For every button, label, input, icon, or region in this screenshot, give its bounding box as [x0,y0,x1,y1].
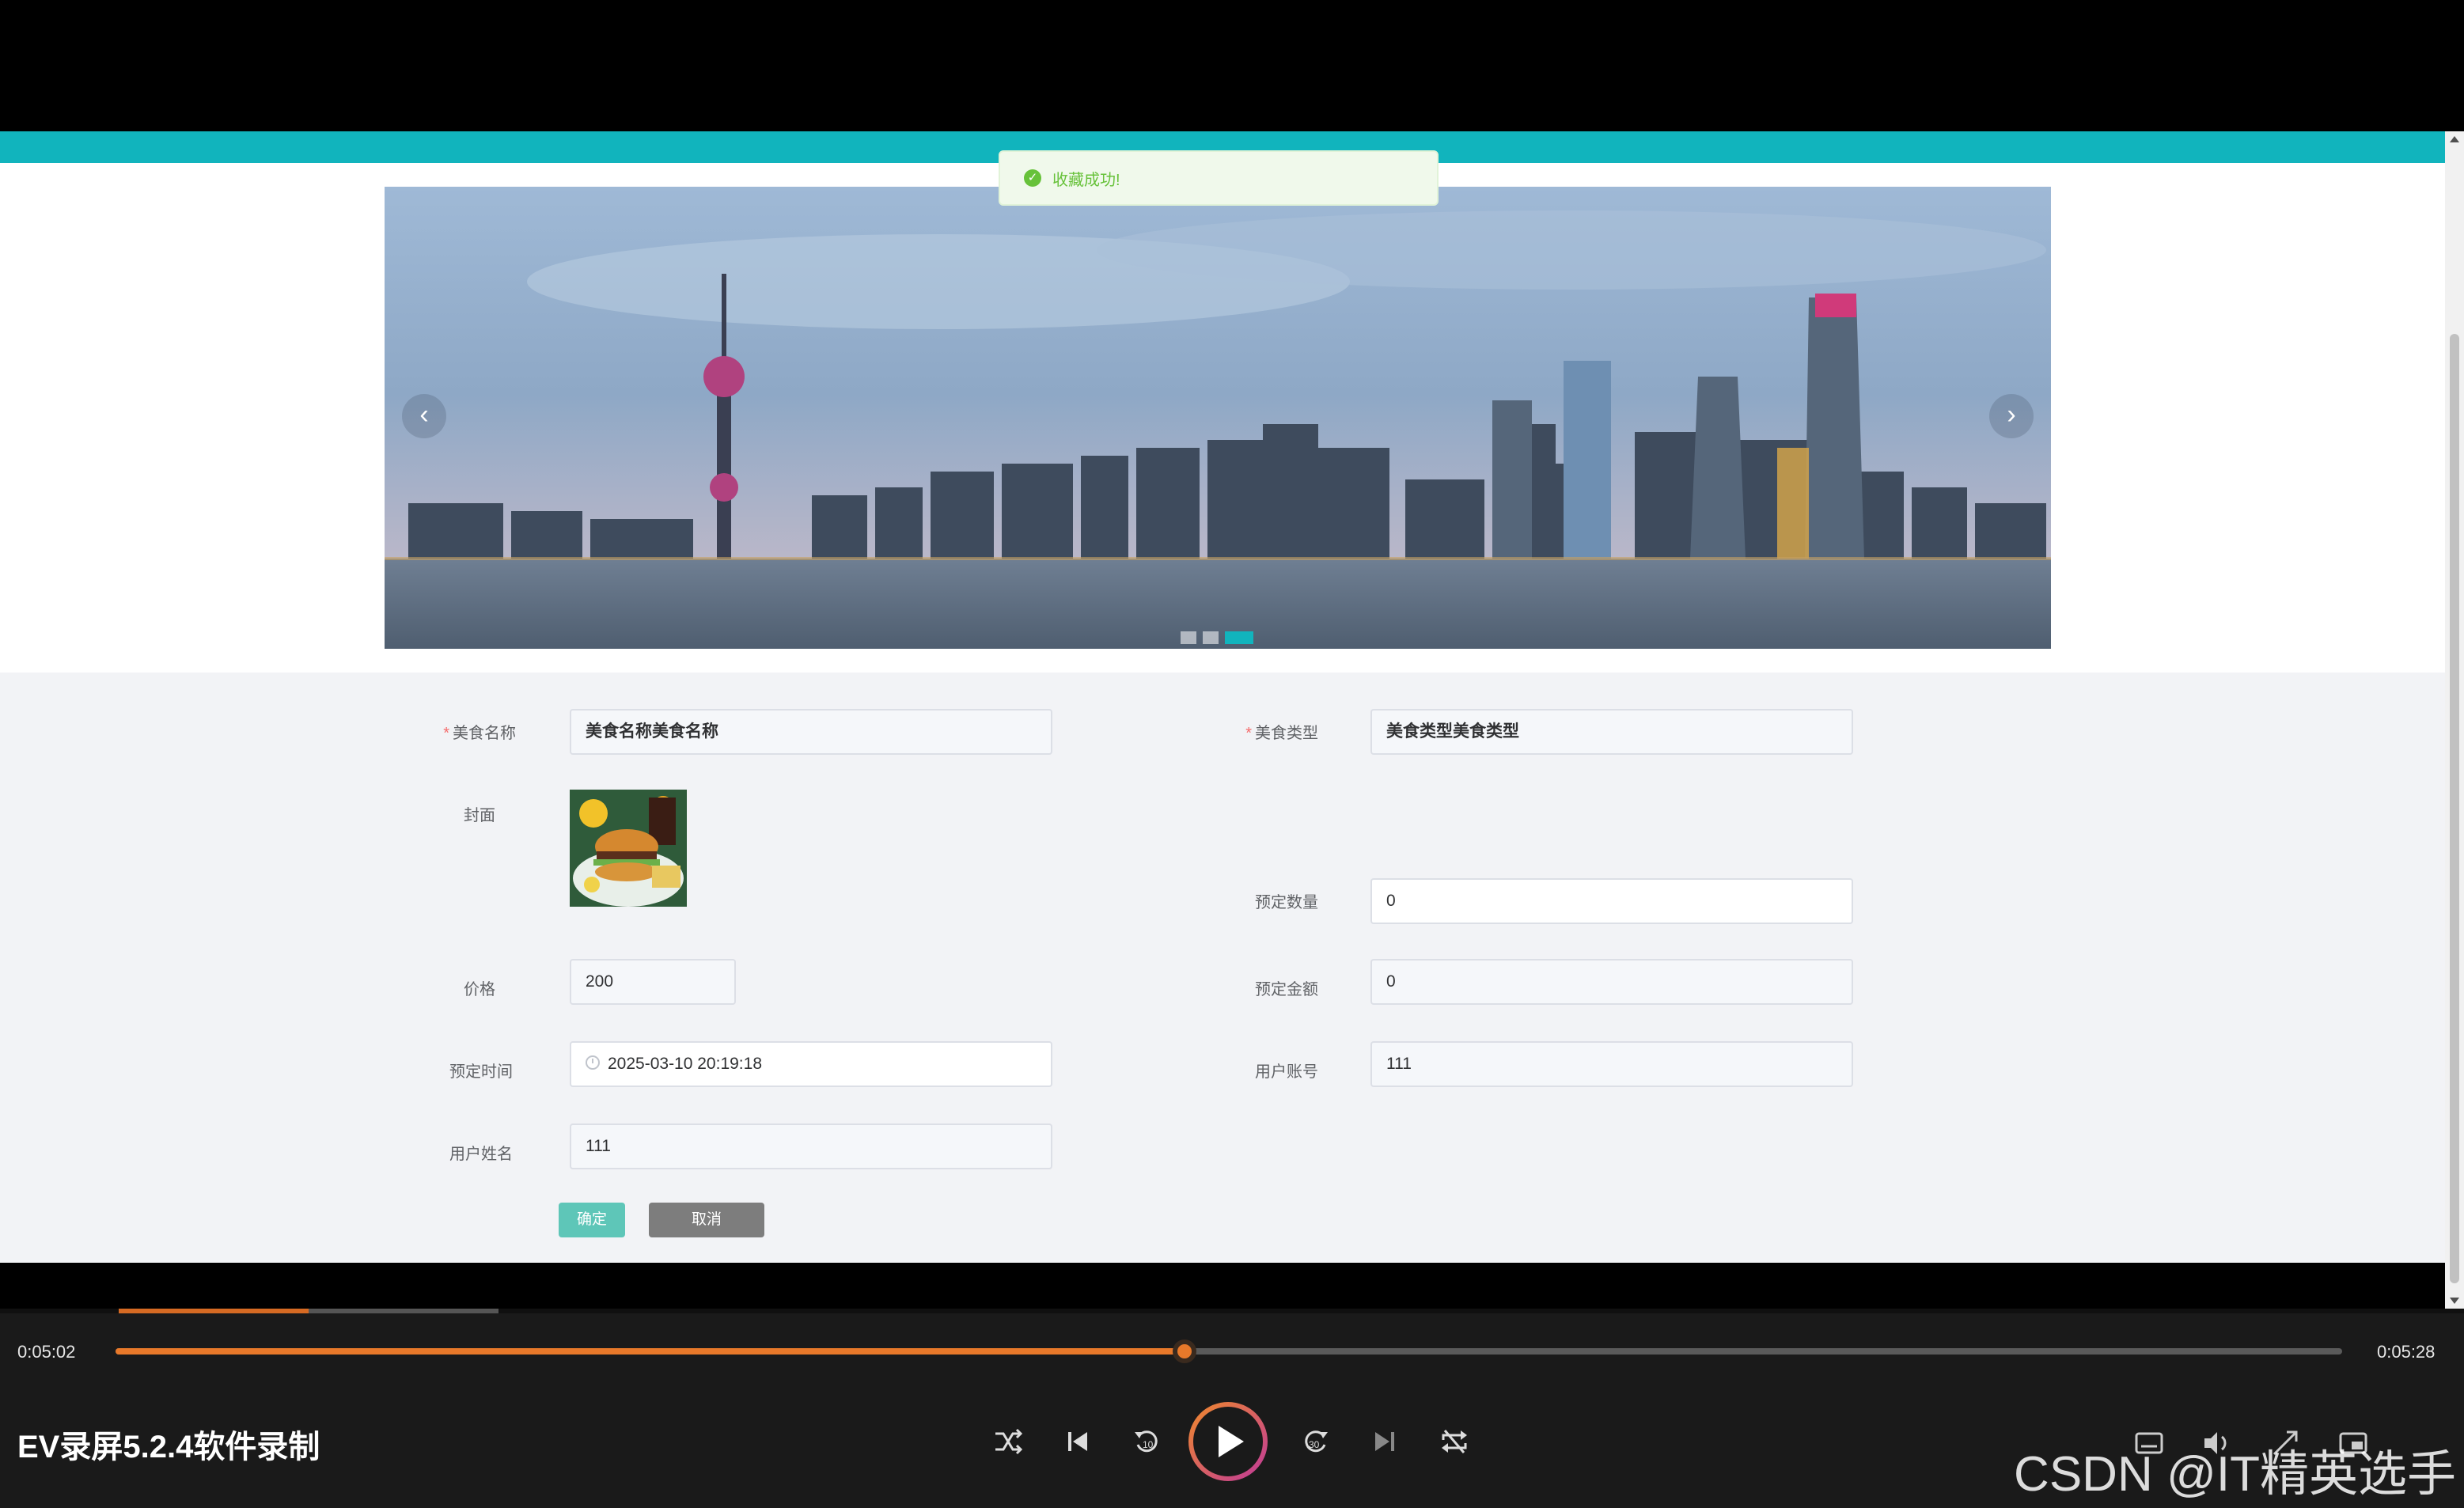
toast-message: 收藏成功! [1052,171,1120,189]
play-button-inner [1193,1407,1263,1476]
play-icon [1219,1426,1244,1457]
user-name-label: 用户姓名 [449,1146,513,1163]
food-type-field[interactable]: 美食类型美食类型 [1370,709,1853,755]
food-type-label: * 美食类型 [1245,725,1318,742]
forward-30-icon[interactable]: 30 [1298,1424,1332,1459]
progress-fill [116,1348,1185,1355]
play-button[interactable] [1188,1402,1268,1481]
success-toast: ✓ 收藏成功! [999,150,1439,206]
svg-text:30: 30 [1309,1439,1320,1450]
carousel-prev-button[interactable]: ‹ [402,394,446,438]
carousel-dot[interactable] [1203,631,1219,644]
page-content: ‹ › *美食名称 美食名称美食名称 封面 价格 用户姓名 价格 [0,163,2445,1263]
price-label: 价格 [464,981,495,998]
shuffle-icon[interactable] [991,1424,1025,1459]
cover-label: 封面 [464,807,495,824]
burger-image [570,790,687,907]
user-name-field[interactable]: 111 [570,1123,1052,1169]
svg-text:10: 10 [1143,1439,1154,1450]
price-field[interactable]: 200 [570,959,736,1005]
next-icon[interactable] [1367,1424,1402,1459]
carousel[interactable]: ‹ › [385,187,2051,649]
recording-top-bar [0,0,2464,131]
player-title: EV录屏5.2.4软件录制 [17,1430,320,1464]
repeat-icon[interactable] [1437,1424,1472,1459]
carousel-next-button[interactable]: › [1989,394,2034,438]
clock-icon [586,1055,600,1070]
csdn-watermark: CSDN @IT精英选手 [2014,1447,2456,1502]
skyline-image [385,187,2051,649]
progress-handle[interactable] [1172,1339,1196,1363]
banner-area: ‹ › [0,163,2445,673]
scroll-thumb[interactable] [2450,334,2459,1283]
total-time: 0:05:28 [2377,1342,2436,1362]
progress-slider[interactable] [116,1339,2342,1363]
page-scrollbar[interactable] [2445,131,2464,1309]
rewind-10-icon[interactable]: 10 [1130,1424,1165,1459]
carousel-dot[interactable] [1181,631,1196,644]
reserve-amount-field[interactable]: 0 [1370,959,1853,1005]
user-account-field[interactable]: 111 [1370,1041,1853,1087]
cover-image[interactable] [570,790,687,907]
current-time: 0:05:02 [17,1342,76,1362]
reserve-time-label: 预定时间 [449,1063,513,1081]
scroll-down-icon[interactable] [2450,1298,2459,1304]
confirm-button[interactable]: 确定 [559,1203,625,1237]
check-circle-icon: ✓ [1024,169,1041,187]
previous-icon[interactable] [1060,1424,1095,1459]
food-name-label: * 美食名称 [443,725,516,742]
reserve-amount-label: 预定金额 [1255,981,1318,998]
buffer-segment [309,1309,498,1313]
user-account-label: 用户账号 [1255,1063,1318,1081]
reserve-qty-input[interactable]: 0 [1370,878,1853,924]
reserve-qty-label: 预定数量 [1255,894,1318,911]
cancel-button[interactable]: 取消 [649,1203,764,1237]
buffer-segment [119,1309,309,1313]
carousel-indicators [1181,631,1253,644]
scroll-up-icon[interactable] [2450,136,2459,142]
reserve-time-picker[interactable]: 2025-03-10 20:19:18 [570,1041,1052,1087]
carousel-dot-active[interactable] [1225,631,1253,644]
food-name-field[interactable]: 美食名称美食名称 [570,709,1052,755]
reserve-time-value: 2025-03-10 20:19:18 [608,1055,762,1073]
